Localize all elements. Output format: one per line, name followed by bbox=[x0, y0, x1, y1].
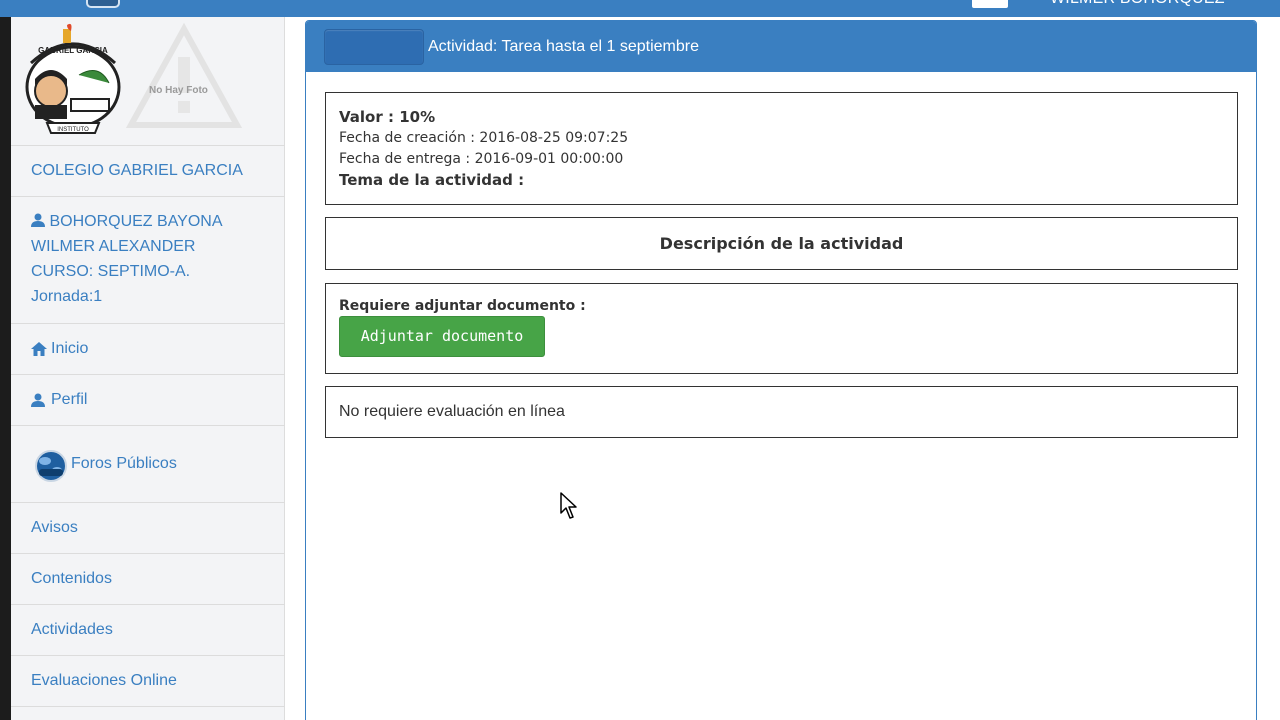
due-date: Fecha de entrega : 2016-09-01 00:00:00 bbox=[339, 151, 624, 167]
window-edge bbox=[0, 17, 11, 720]
sidebar-item-foros[interactable]: Foros Públicos bbox=[11, 425, 285, 502]
sidebar: GABRIEL GARCIA INSTITUTO No Hay Foto COL… bbox=[11, 17, 285, 720]
online-evaluation-box: No requiere evaluación en línea bbox=[325, 386, 1238, 438]
no-photo-label: No Hay Foto bbox=[149, 85, 208, 96]
online-evaluation-text: No requiere evaluación en línea bbox=[339, 403, 565, 420]
sidebar-item-avisos[interactable]: Avisos bbox=[11, 502, 285, 553]
user-shift: Jornada:1 bbox=[31, 288, 103, 305]
user-name-line2: WILMER ALEXANDER bbox=[31, 238, 196, 255]
home-icon bbox=[31, 342, 49, 356]
user-icon bbox=[31, 213, 49, 230]
app-logo-icon[interactable] bbox=[86, 0, 120, 8]
activity-panel: Actividad: Tarea hasta el 1 septiembre V… bbox=[305, 20, 1257, 720]
description-heading: Descripción de la actividad bbox=[659, 234, 904, 253]
sidebar-divider bbox=[11, 706, 285, 720]
no-photo-placeholder-icon bbox=[125, 22, 243, 128]
sidebar-school-name[interactable]: COLEGIO GABRIEL GARCIA bbox=[11, 145, 285, 196]
creation-date: Fecha de creación : 2016-08-25 09:07:25 bbox=[339, 130, 629, 146]
activity-title: Actividad: Tarea hasta el 1 septiembre bbox=[428, 38, 699, 55]
attachment-box: Requiere adjuntar documento : Adjuntar d… bbox=[325, 283, 1238, 374]
sidebar-item-contenidos[interactable]: Contenidos bbox=[11, 553, 285, 604]
attachment-required-label: Requiere adjuntar documento : bbox=[339, 298, 586, 314]
sidebar-item-label: Avisos bbox=[31, 519, 78, 536]
sidebar-item-actividades[interactable]: Actividades bbox=[11, 604, 285, 655]
svg-text:GABRIEL GARCIA: GABRIEL GARCIA bbox=[38, 46, 108, 55]
school-logo: GABRIEL GARCIA INSTITUTO bbox=[25, 23, 121, 134]
sidebar-item-label: Foros Públicos bbox=[71, 455, 177, 472]
top-navbar: WILMER BOHORQUEZ bbox=[0, 0, 1280, 17]
top-user-name[interactable]: WILMER BOHORQUEZ bbox=[1050, 0, 1225, 8]
sidebar-item-label: Actividades bbox=[31, 621, 113, 638]
sidebar-item-label: Inicio bbox=[51, 340, 89, 357]
user-name-line1: BOHORQUEZ BAYONA bbox=[49, 213, 223, 230]
forum-globe-icon bbox=[31, 444, 71, 484]
activity-value: Valor : 10% bbox=[339, 108, 436, 126]
sidebar-item-inicio[interactable]: Inicio bbox=[11, 323, 285, 374]
panel-header: Actividad: Tarea hasta el 1 septiembre bbox=[306, 21, 1256, 72]
sidebar-item-evaluaciones[interactable]: Evaluaciones Online bbox=[11, 655, 285, 706]
description-box: Descripción de la actividad bbox=[325, 217, 1238, 270]
user-icon bbox=[31, 393, 49, 407]
sidebar-header: GABRIEL GARCIA INSTITUTO No Hay Foto bbox=[11, 17, 285, 145]
activity-info-box: Valor : 10% Fecha de creación : 2016-08-… bbox=[325, 92, 1238, 205]
sidebar-user-info[interactable]: BOHORQUEZ BAYONA WILMER ALEXANDER CURSO:… bbox=[11, 196, 285, 323]
mouse-cursor-icon bbox=[560, 492, 577, 519]
sidebar-item-label: Perfil bbox=[51, 391, 88, 408]
back-button[interactable] bbox=[324, 29, 424, 65]
sidebar-item-perfil[interactable]: Perfil bbox=[11, 374, 285, 425]
sidebar-item-label: Evaluaciones Online bbox=[31, 672, 177, 689]
school-name-label: COLEGIO GABRIEL GARCIA bbox=[31, 162, 243, 179]
user-course: CURSO: SEPTIMO-A. bbox=[31, 263, 191, 280]
svg-text:INSTITUTO: INSTITUTO bbox=[57, 127, 89, 133]
sidebar-item-label: Contenidos bbox=[31, 570, 112, 587]
activity-topic-label: Tema de la actividad : bbox=[339, 171, 525, 189]
attach-document-button[interactable]: Adjuntar documento bbox=[339, 316, 545, 357]
user-menu-toggle[interactable] bbox=[972, 0, 1008, 8]
